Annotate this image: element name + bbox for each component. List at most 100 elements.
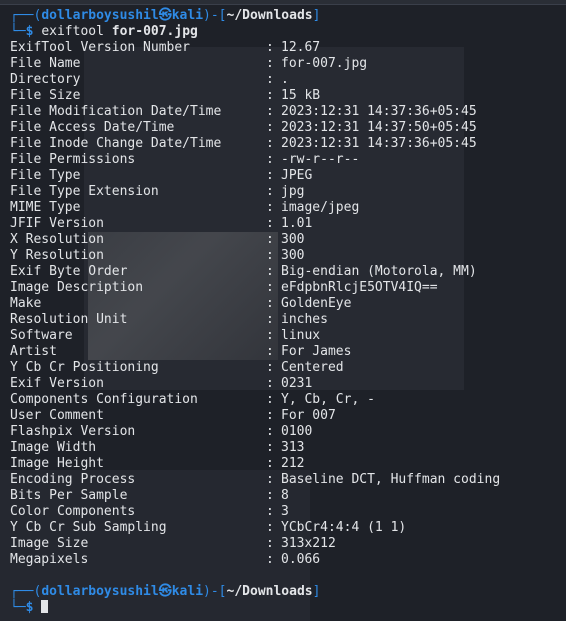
exif-value: JPEG [281,168,313,183]
exif-separator: : [266,120,274,135]
exif-row: Image Size:313x212 [0,536,566,552]
exif-value: 2023:12:31 14:37:50+05:45 [281,120,477,135]
exif-separator: : [266,136,274,151]
exif-value: . [281,72,289,87]
exif-separator: : [266,200,274,215]
exif-value: 12.67 [281,40,321,55]
exif-row: File Type Extension: jpg [0,184,566,200]
exif-separator: : [266,232,274,247]
exif-separator: : [266,40,274,55]
exif-key: Image Width [10,440,97,455]
exif-value: 2023:12:31 14:37:36+05:45 [281,104,477,119]
exif-output: ExifTool Version Number:12.67 File Name: f… [0,40,566,568]
exif-row: MIME Type: image/jpeg [0,200,566,216]
exif-separator: : [266,168,274,183]
terminal-output[interactable]: ┌──(dollarboysushil㉿kali)-[~/Downloads] … [0,8,566,616]
exif-row: User Comment: For 007 [0,408,566,424]
prompt-user-host: dollarboysushil㉿kali [41,8,204,23]
exif-row: Y Resolution:300 [0,248,566,264]
exif-row: Resolution Unit: inches [0,312,566,328]
exif-separator: : [266,264,274,279]
exif-separator: : [266,552,274,567]
exif-value: For 007 [281,408,336,423]
exif-key: Components Configuration [10,392,198,407]
exif-value: For James [281,344,352,359]
exif-separator: : [266,536,274,551]
exif-row: File Size:15 kB [0,88,566,104]
exif-key: File Type [10,168,81,183]
exif-row: ExifTool Version Number:12.67 [0,40,566,56]
exif-value: GoldenEye [281,296,352,311]
exif-row: Y Cb Cr Sub Sampling: YCbCr4:4:4 (1 1) [0,520,566,536]
exif-separator: : [266,504,274,519]
exif-separator: : [266,344,274,359]
prompt-corner-bottom: └─ [10,24,26,39]
exif-row: Bits Per Sample:8 [0,488,566,504]
exif-value: linux [281,328,321,343]
exif-value: 3 [281,504,289,519]
exif-key: File Type Extension [10,184,159,199]
exif-value: 212 [281,456,305,471]
exif-separator: : [266,88,274,103]
exif-key: Y Cb Cr Positioning [10,360,159,375]
exif-key: Make [10,296,42,311]
prompt-bracket-end: ] [312,584,321,599]
exif-value: 8 [281,488,289,503]
exif-separator: : [266,456,274,471]
exif-key: Megapixels [10,552,89,567]
exif-row: Software: linux [0,328,566,344]
exif-key: Y Cb Cr Sub Sampling [10,520,167,535]
exif-separator: : [266,328,274,343]
exif-row: Flashpix Version:0100 [0,424,566,440]
exif-row: Color Components:3 [0,504,566,520]
exif-value: 0100 [281,424,313,439]
exif-separator: : [266,184,274,199]
exif-row: File Access Date/Time:2023:12:31 14:37:5… [0,120,566,136]
prompt-dollar: $ [25,24,34,39]
exif-value: Baseline DCT, Huffman coding [281,472,501,487]
exif-key: Flashpix Version [10,424,136,439]
exif-separator: : [266,376,274,391]
exif-row: File Permissions: -rw-r--r-- [0,152,566,168]
exif-value: eFdpbnRlcjE5OTV4IQ== [281,280,438,295]
prompt-separator: )-[ [203,584,227,599]
exif-key: Artist [10,344,57,359]
exif-separator: : [266,312,274,327]
exif-key: MIME Type [10,200,81,215]
input-line[interactable]: └─$ [0,600,566,616]
exif-row: JFIF Version:1.01 [0,216,566,232]
command-name: exiftool [41,24,104,39]
exif-key: Bits Per Sample [10,488,128,503]
exif-key: Resolution Unit [10,312,128,327]
exif-key: File Size [10,88,81,103]
exif-row: Make: GoldenEye [0,296,566,312]
exif-separator: : [266,56,274,71]
exif-separator: : [266,424,274,439]
exif-key: File Modification Date/Time [10,104,222,119]
exif-value: 15 kB [281,88,321,103]
exif-value: for-007.jpg [281,56,368,71]
exif-key: JFIF Version [10,216,104,231]
exif-key: Encoding Process [10,472,136,487]
exif-key: Image Description [10,280,144,295]
exif-row: Y Cb Cr Positioning: Centered [0,360,566,376]
exif-separator: : [266,152,274,167]
exif-key: Exif Version [10,376,104,391]
exif-separator: : [266,440,274,455]
exif-value: 300 [281,248,305,263]
exif-separator: : [266,216,274,231]
exif-key: ExifTool Version Number [10,40,191,55]
exif-separator: : [266,360,274,375]
exif-key: File Name [10,56,81,71]
exif-row: Image Height:212 [0,456,566,472]
exif-row: Components Configuration: Y, Cb, Cr, - [0,392,566,408]
exif-key: File Access Date/Time [10,120,175,135]
exif-separator: : [266,488,274,503]
prompt-separator: )-[ [203,8,227,23]
exif-key: Directory [10,72,81,87]
text-cursor[interactable] [41,600,49,613]
command-argument: for-007.jpg [111,24,198,39]
prompt-top-line: ┌──(dollarboysushil㉿kali)-[~/Downloads] [0,8,566,24]
prompt-bracket-end: ] [312,8,321,23]
exif-value: 0.066 [281,552,321,567]
